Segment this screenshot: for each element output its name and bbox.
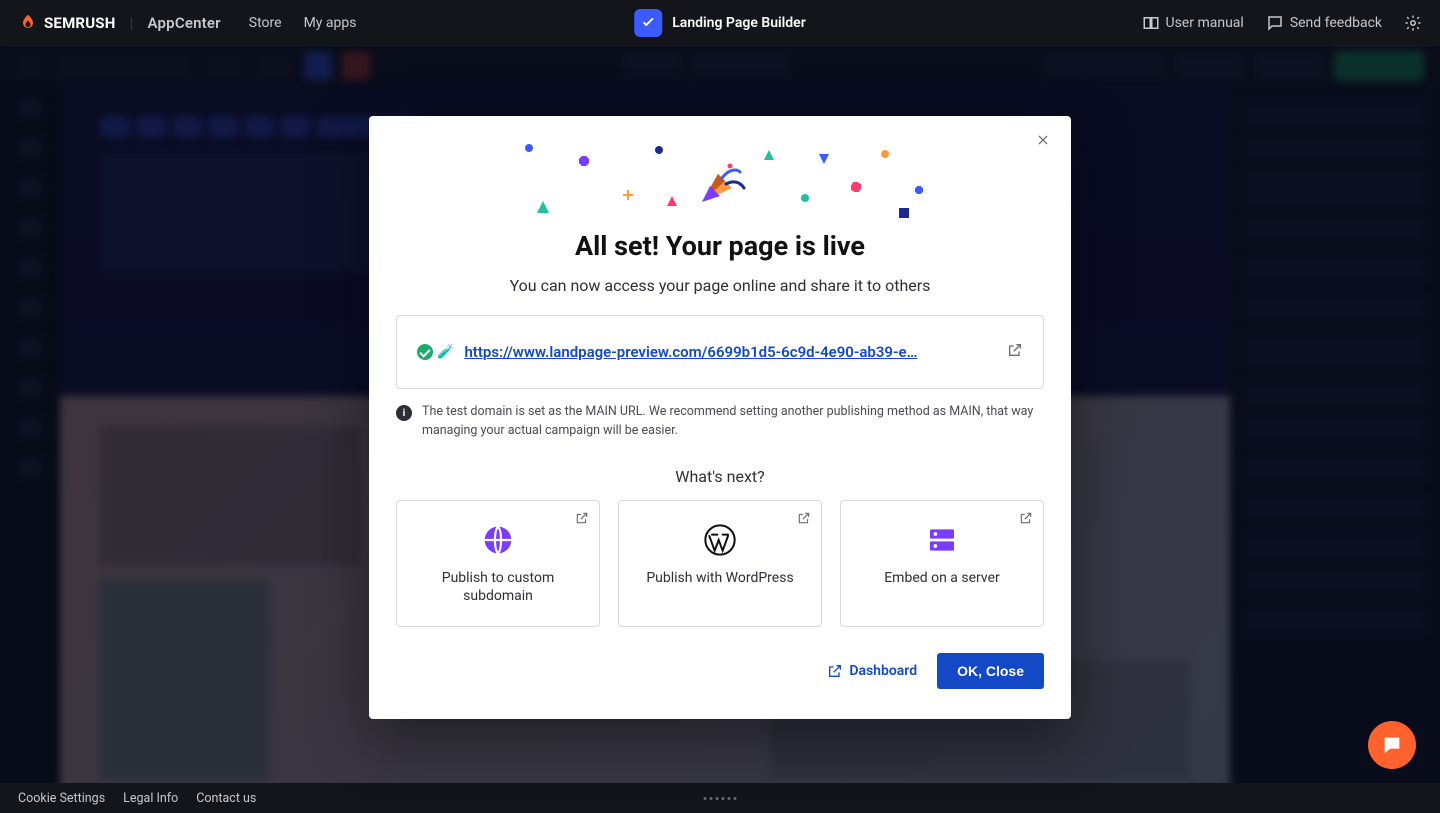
test-domain-flask-icon: 🧪 xyxy=(437,344,454,360)
user-manual-label: User manual xyxy=(1166,15,1244,31)
modal-heading: All set! Your page is live xyxy=(369,230,1071,262)
dashboard-link[interactable]: Dashboard xyxy=(827,663,917,679)
modal-actions: Dashboard OK, Close xyxy=(396,653,1044,689)
header-right: User manual Send feedback xyxy=(1142,14,1423,32)
send-feedback-label: Send feedback xyxy=(1290,15,1382,31)
card-external-icon xyxy=(797,510,811,529)
card-external-icon xyxy=(575,510,589,529)
brand-main: SEMRUSH xyxy=(44,14,116,32)
app-badge-icon xyxy=(634,9,662,37)
ok-close-button[interactable]: OK, Close xyxy=(937,653,1044,689)
semrush-logo-icon xyxy=(18,13,38,33)
wordpress-icon xyxy=(703,523,737,557)
info-note: i The test domain is set as the MAIN URL… xyxy=(396,403,1044,441)
dashboard-label: Dashboard xyxy=(849,663,917,679)
legal-info-link[interactable]: Legal Info xyxy=(123,791,178,806)
app-title: Landing Page Builder xyxy=(672,15,806,31)
current-app: Landing Page Builder xyxy=(634,9,806,37)
brand-separator: | xyxy=(130,14,134,32)
modal-lead: You can now access your page online and … xyxy=(369,276,1071,295)
chat-icon xyxy=(1381,734,1403,756)
nav-store[interactable]: Store xyxy=(249,15,282,31)
nav-links: Store My apps xyxy=(249,15,357,31)
settings-button[interactable] xyxy=(1404,14,1422,32)
external-link-icon xyxy=(1007,342,1023,358)
send-feedback-link[interactable]: Send feedback xyxy=(1266,14,1382,32)
party-popper-icon xyxy=(692,156,748,212)
global-header: SEMRUSH | AppCenter Store My apps Landin… xyxy=(0,0,1440,46)
cookie-settings-link[interactable]: Cookie Settings xyxy=(18,791,105,806)
url-status: 🧪 xyxy=(417,344,454,360)
brand-sub: AppCenter xyxy=(148,14,221,32)
card-external-icon xyxy=(1019,510,1033,529)
external-link-icon xyxy=(827,663,843,679)
globe-icon xyxy=(481,523,515,557)
info-text: The test domain is set as the MAIN URL. … xyxy=(422,403,1044,441)
nav-my-apps[interactable]: My apps xyxy=(304,15,357,31)
feedback-icon xyxy=(1266,14,1284,32)
published-url-link[interactable]: https://www.landpage-preview.com/6699b1d… xyxy=(464,343,997,361)
published-url-box: 🧪 https://www.landpage-preview.com/6699b… xyxy=(396,315,1044,389)
server-icon xyxy=(925,523,959,557)
chat-fab[interactable] xyxy=(1368,721,1416,769)
gear-icon xyxy=(1404,14,1422,32)
card-label: Publish to custom subdomain xyxy=(413,569,583,607)
footer-bar: Cookie Settings Legal Info Contact us xyxy=(0,783,1440,813)
confetti-illustration xyxy=(369,116,1071,226)
brand: SEMRUSH | AppCenter xyxy=(18,13,221,33)
whats-next-heading: What's next? xyxy=(369,467,1071,486)
book-icon xyxy=(1142,14,1160,32)
footer-drag-handle[interactable] xyxy=(704,797,737,800)
card-embed-server[interactable]: Embed on a server xyxy=(840,500,1044,628)
card-wordpress[interactable]: Publish with WordPress xyxy=(618,500,822,628)
card-label: Embed on a server xyxy=(884,569,1000,588)
info-icon: i xyxy=(396,405,412,421)
contact-us-link[interactable]: Contact us xyxy=(196,791,256,806)
publish-success-modal: All set! Your page is live You can now a… xyxy=(369,116,1071,719)
open-url-button[interactable] xyxy=(1007,342,1023,362)
next-step-cards: Publish to custom subdomain Publish with… xyxy=(396,500,1044,628)
success-check-icon xyxy=(417,344,433,360)
card-custom-subdomain[interactable]: Publish to custom subdomain xyxy=(396,500,600,628)
user-manual-link[interactable]: User manual xyxy=(1142,14,1244,32)
card-label: Publish with WordPress xyxy=(646,569,793,588)
